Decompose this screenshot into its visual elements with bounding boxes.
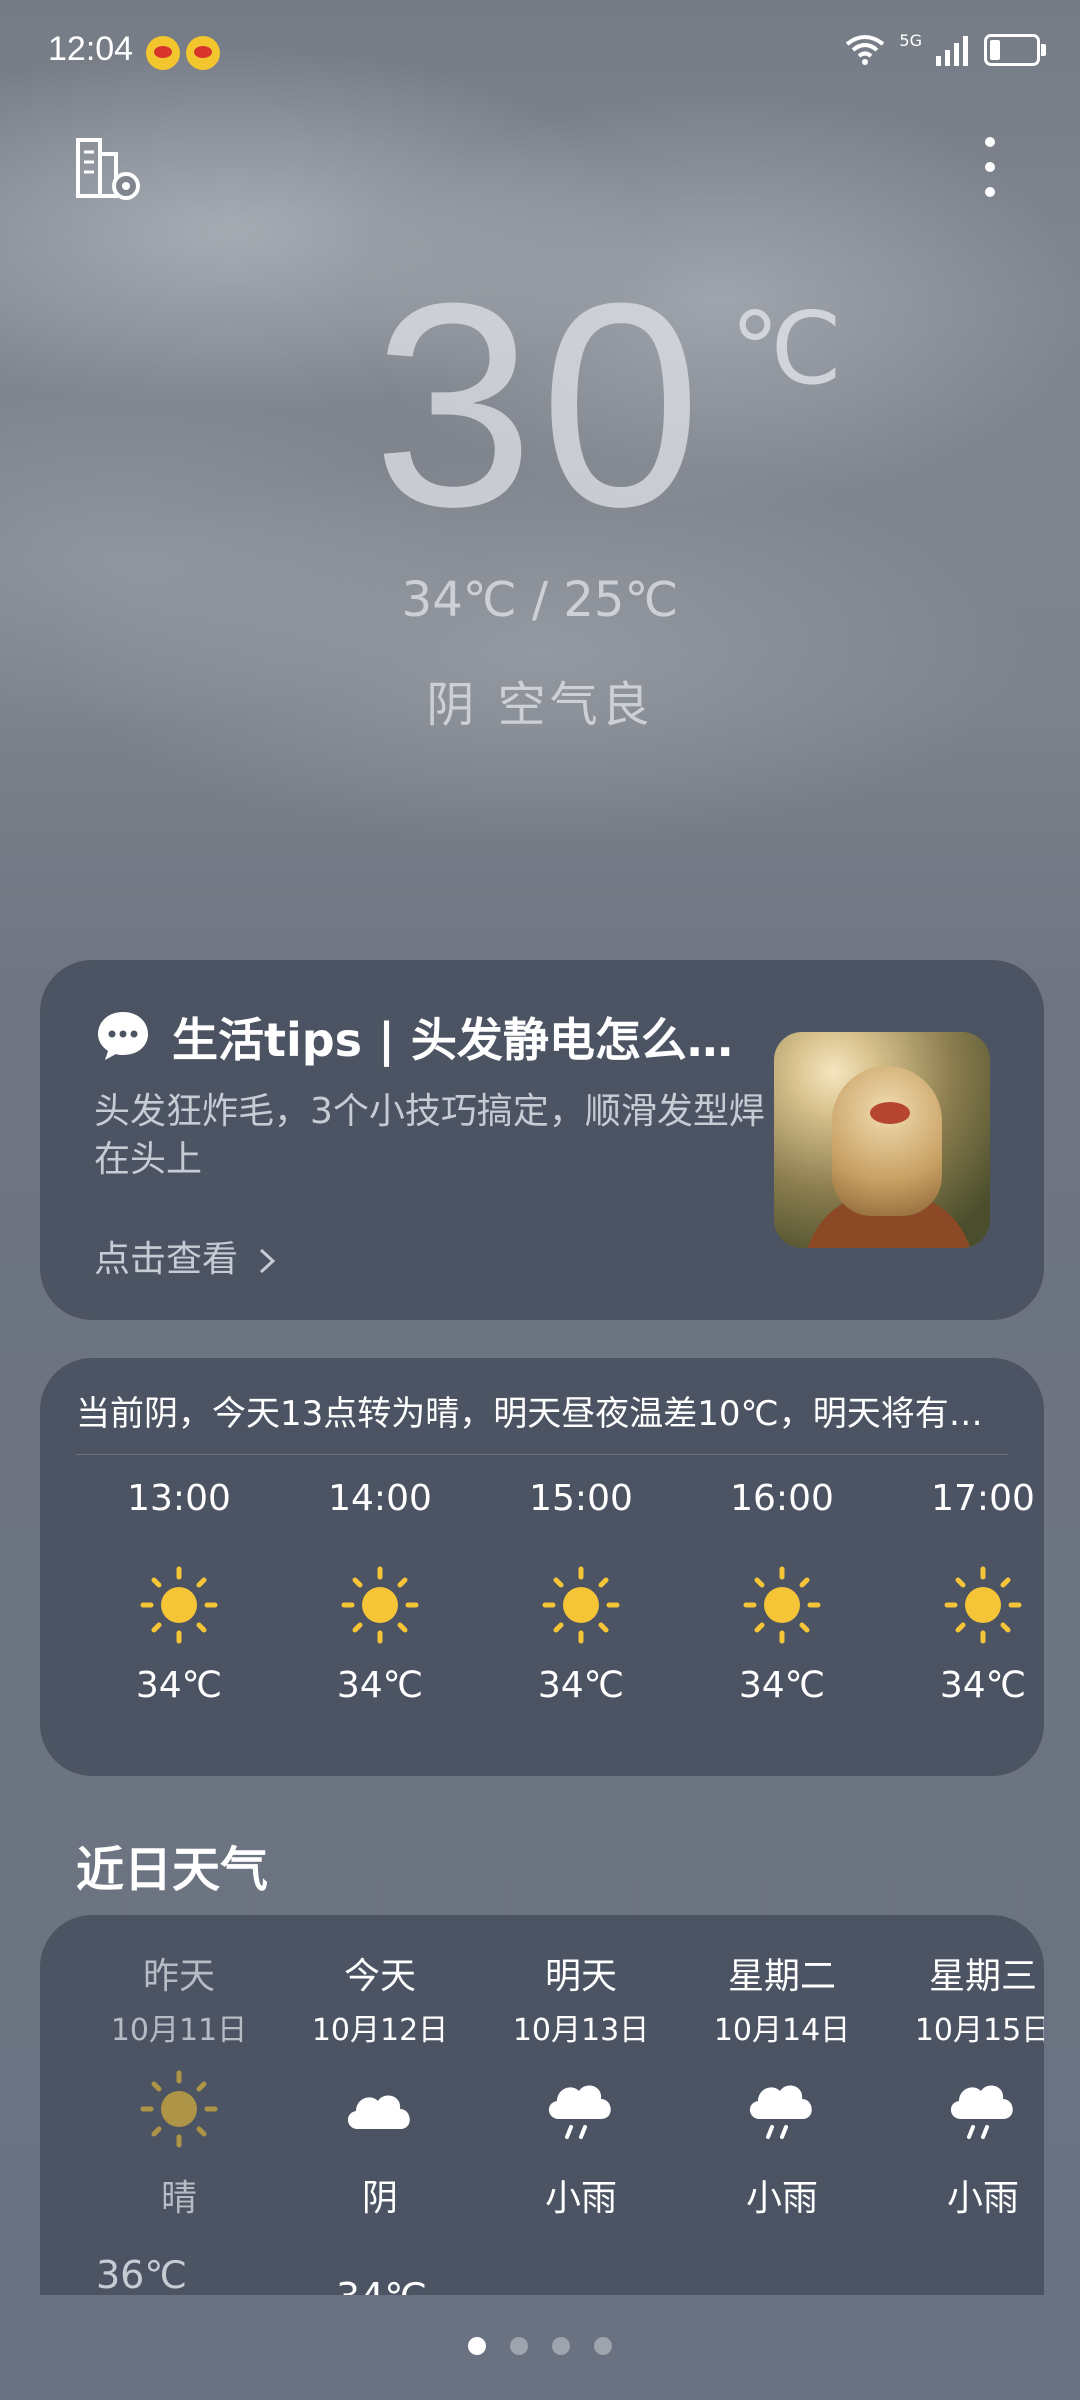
high-low-temperature: 34℃ / 25℃	[401, 572, 679, 628]
hourly-temperature: 34℃	[135, 1665, 223, 1706]
page-indicator	[0, 2337, 1080, 2355]
tips-title: 生活tips | 头发静电怎么…	[172, 1013, 733, 1067]
daily-day: 昨天	[142, 1956, 215, 1997]
temperature-unit: ℃	[730, 293, 843, 405]
weibo-notification-icon	[146, 36, 180, 70]
wifi-icon	[846, 35, 885, 65]
daily-condition: 小雨	[544, 2178, 617, 2219]
daily-item[interactable]: 今天 10月12日 阴	[290, 1947, 470, 2221]
sun-icon	[140, 1566, 218, 1644]
sun-icon	[140, 2070, 218, 2148]
network-label: 5G	[899, 30, 922, 50]
status-bar: 12:04 5G	[0, 0, 1080, 100]
hourly-time: 16:00	[730, 1478, 834, 1519]
daily-high-temperature: 36℃	[96, 2253, 188, 2295]
city-settings-icon[interactable]	[74, 136, 144, 206]
sun-icon	[341, 1566, 419, 1644]
divider	[76, 1454, 1008, 1455]
chat-bubble-icon	[98, 1012, 148, 1060]
daily-condition: 阴	[361, 2178, 398, 2219]
tips-description: 头发狂炸毛，3个小技巧搞定，顺滑发型焊在头上	[94, 1091, 765, 1180]
daily-day: 今天	[343, 1956, 416, 1997]
hourly-temperature: 34℃	[537, 1665, 625, 1706]
cloud-icon	[347, 2095, 410, 2129]
view-link[interactable]: 点击查看	[94, 1230, 279, 1282]
hourly-item: 14:00 34℃	[300, 1478, 460, 1706]
daily-date: 10月12日	[311, 2013, 449, 2048]
signal-icon	[936, 36, 968, 66]
hourly-item: 17:00 34℃	[903, 1478, 1063, 1706]
sun-icon	[743, 1566, 821, 1644]
daily-day: 星期二	[727, 1956, 836, 1997]
daily-date: 10月13日	[512, 2013, 650, 2048]
current-condition: 阴 空气良	[426, 677, 654, 733]
hourly-time: 17:00	[931, 1478, 1035, 1519]
daily-high-temperature: 34℃	[336, 2275, 427, 2295]
daily-date: 10月11日	[110, 2013, 248, 2048]
page-dot[interactable]	[468, 2337, 486, 2355]
daily-item[interactable]: 星期二 10月14日 小雨	[692, 1947, 872, 2221]
page-dot[interactable]	[552, 2337, 570, 2355]
daily-day: 星期三	[928, 1956, 1037, 1997]
hourly-time: 14:00	[328, 1478, 432, 1519]
chevron-right-icon	[260, 1248, 276, 1274]
hourly-item: 16:00 34℃	[702, 1478, 862, 1706]
status-time: 12:04	[48, 30, 134, 68]
current-temperature: 30	[372, 243, 708, 567]
daily-forecast-card: 昨天 10月11日 晴 今天 10月12日 阴 明天 10月13日 小雨 星期二…	[40, 1915, 1044, 2295]
life-tips-card[interactable]: 生活tips | 头发静电怎么… 头发狂炸毛，3个小技巧搞定，顺滑发型焊在头上 …	[40, 960, 1044, 1320]
daily-condition: 小雨	[946, 2178, 1019, 2219]
sun-icon	[944, 1566, 1022, 1644]
page-dot[interactable]	[594, 2337, 612, 2355]
daily-item[interactable]: 昨天 10月11日 晴	[89, 1947, 269, 2221]
hourly-item: 15:00 34℃	[501, 1478, 661, 1706]
rain-icon	[548, 2085, 611, 2139]
weather-page: 12:04 5G 30 ℃ 34℃ / 25℃ 阴 空气良 生活tips | 头…	[0, 0, 1080, 2400]
battery-icon	[984, 34, 1046, 66]
forecast-summary[interactable]: 当前阴，今天13点转为晴，明天昼夜温差10℃，明天将有…	[76, 1386, 1006, 1435]
hourly-temperature: 34℃	[939, 1665, 1027, 1706]
hourly-forecast-card: 当前阴，今天13点转为晴，明天昼夜温差10℃，明天将有… 13:00 34℃ 1…	[40, 1358, 1044, 1776]
weibo-notification-icon	[186, 36, 220, 70]
daily-condition: 晴	[160, 2178, 197, 2219]
rain-icon	[950, 2085, 1013, 2139]
more-options-icon[interactable]	[970, 134, 1010, 204]
daily-condition: 小雨	[745, 2178, 818, 2219]
view-link-label: 点击查看	[94, 1239, 239, 1280]
daily-date: 10月15日	[914, 2013, 1044, 2048]
daily-item[interactable]: 星期三 10月15日 小雨	[893, 1947, 1044, 2221]
rain-icon	[749, 2085, 812, 2139]
hourly-item: 13:00 34℃	[99, 1478, 259, 1706]
hourly-temperature: 34℃	[336, 1665, 424, 1706]
hourly-time: 15:00	[529, 1478, 633, 1519]
recent-weather-title: 近日天气	[76, 1842, 269, 1898]
hourly-temperature: 34℃	[738, 1665, 826, 1706]
daily-item[interactable]: 明天 10月13日 小雨	[491, 1947, 671, 2221]
hourly-time: 13:00	[127, 1478, 231, 1519]
tips-thumbnail-image	[774, 1032, 990, 1248]
daily-day: 明天	[544, 1956, 617, 1997]
page-dot[interactable]	[510, 2337, 528, 2355]
daily-date: 10月14日	[713, 2013, 851, 2048]
sun-icon	[542, 1566, 620, 1644]
